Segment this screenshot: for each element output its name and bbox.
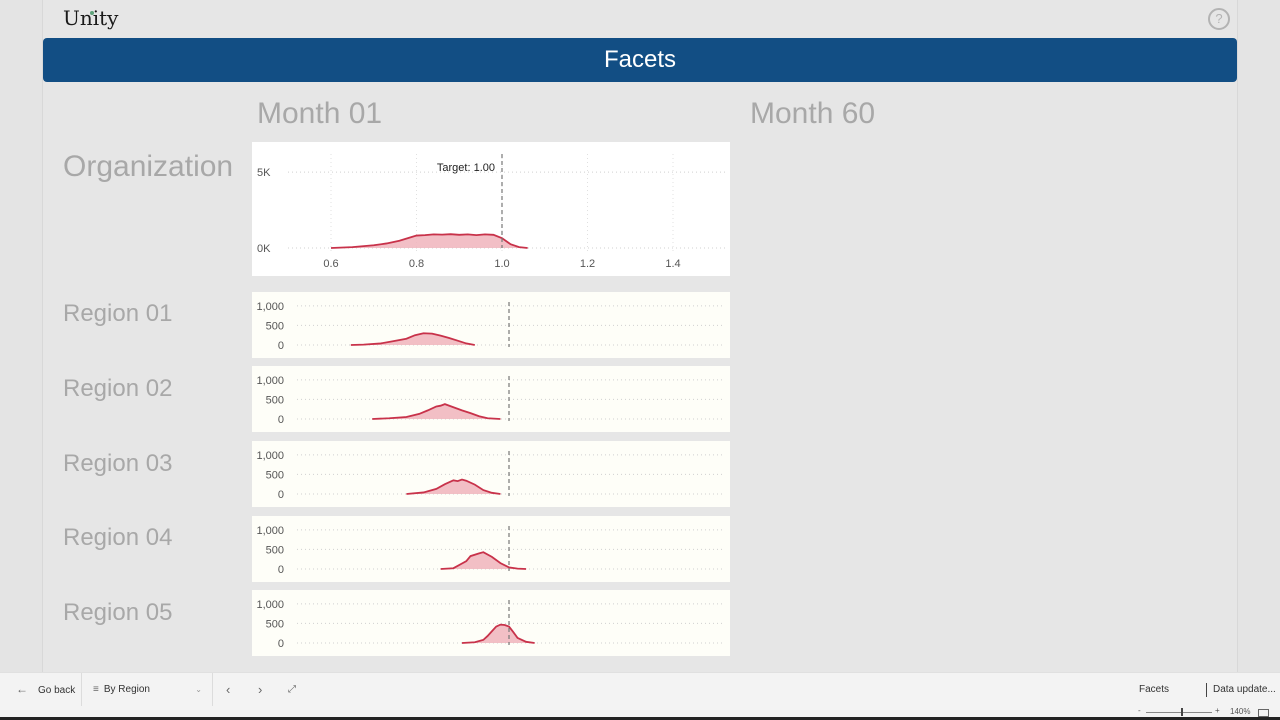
y-tick-label: 500	[266, 618, 284, 630]
series-area	[350, 333, 475, 345]
fit-to-page-icon[interactable]	[1258, 709, 1269, 717]
chevron-left-icon[interactable]: ‹	[226, 673, 230, 707]
y-tick-label: 1,000	[256, 375, 284, 387]
page-banner: Facets	[43, 38, 1237, 82]
divider	[1206, 683, 1207, 697]
y-tick-label: 0	[278, 340, 284, 352]
target-label: Target: 1.00	[437, 162, 495, 174]
row-label-organization: Organization	[63, 150, 234, 183]
chart-svg-organization: 0K 5K 0.6 0.8 1.0 1.2 1.4 Target: 1.00	[257, 154, 726, 270]
x-tick-label: 1.2	[580, 258, 595, 270]
x-tick-label: 1.4	[665, 258, 680, 270]
y-tick-label: 5K	[257, 167, 271, 179]
unity-logo: Unity	[63, 6, 118, 30]
chevron-down-icon: ⌄	[195, 685, 202, 694]
chart-svg-region-04: 0 500 1,000	[256, 525, 724, 576]
right-margin	[1237, 0, 1280, 672]
chart-svg-region-01: 0 500 1,000	[256, 301, 724, 352]
help-icon[interactable]: ?	[1208, 8, 1230, 30]
chart-svg-region-02: 0 500 1,000	[256, 375, 724, 426]
page-select-value: By Region	[103, 684, 150, 695]
row-label-region-04: Region 04	[63, 524, 173, 551]
report-page: Unity ? Facets Month 01 Month 60 Organiz…	[43, 0, 1237, 672]
status-bar: - + 140%	[0, 706, 1280, 720]
left-margin	[0, 0, 43, 672]
list-icon: ≡	[93, 684, 99, 695]
chevron-right-icon[interactable]: ›	[258, 673, 262, 707]
y-tick-label: 0	[278, 489, 284, 501]
zoom-in-button[interactable]: +	[1215, 706, 1220, 715]
logo-text: Unity	[63, 6, 119, 30]
y-tick-label: 1,000	[256, 301, 284, 313]
go-back-button[interactable]: ← Go back	[16, 673, 75, 707]
collapse-icon[interactable]: ⤢	[288, 673, 296, 707]
divider	[212, 673, 213, 707]
x-tick-label: 0.6	[323, 258, 338, 270]
arrow-left-icon: ←	[16, 682, 28, 696]
row-label-region-02: Region 02	[63, 375, 173, 402]
bottom-navigation-bar: ← Go back ≡ By Region ⌄ ‹ › ⤢ Facets Data …	[0, 672, 1280, 707]
y-tick-label: 500	[266, 469, 284, 481]
logo-dot-icon	[90, 11, 94, 15]
y-tick-label: 0K	[257, 243, 271, 255]
y-tick-label: 500	[266, 394, 284, 406]
go-back-label: Go back	[38, 685, 76, 696]
zoom-slider-track[interactable]	[1146, 712, 1212, 713]
y-tick-label: 1,000	[256, 525, 284, 537]
y-tick-label: 0	[278, 638, 284, 650]
chart-region-03[interactable]: 0 500 1,000	[252, 441, 730, 507]
x-tick-label: 1.0	[494, 258, 509, 270]
divider	[81, 673, 82, 707]
chart-region-04[interactable]: 0 500 1,000	[252, 516, 730, 582]
y-tick-label: 0	[278, 414, 284, 426]
series-area	[440, 552, 527, 569]
chart-svg-region-03: 0 500 1,000	[256, 450, 724, 501]
y-tick-label: 500	[266, 320, 284, 332]
row-label-region-05: Region 05	[63, 599, 173, 626]
column-header-month-01: Month 01	[257, 97, 383, 130]
y-tick-label: 500	[266, 544, 284, 556]
data-update-label: Data update...	[1213, 684, 1276, 695]
x-tick-label: 0.8	[409, 258, 424, 270]
row-label-region-03: Region 03	[63, 450, 173, 477]
y-tick-label: 0	[278, 564, 284, 576]
row-label-region-01: Region 01	[63, 300, 173, 327]
column-header-month-60: Month 60	[750, 97, 876, 130]
page-select-dropdown[interactable]: ≡ By Region ⌄	[93, 673, 208, 707]
chart-organization[interactable]: 0K 5K 0.6 0.8 1.0 1.2 1.4 Target: 1.00	[252, 142, 730, 276]
y-tick-label: 1,000	[256, 450, 284, 462]
banner-title: Facets	[603, 46, 677, 73]
zoom-level: 140%	[1230, 707, 1251, 716]
chart-region-01[interactable]: 0 500 1,000	[252, 292, 730, 358]
zoom-slider-thumb[interactable]	[1181, 708, 1183, 716]
chart-region-02[interactable]: 0 500 1,000	[252, 366, 730, 432]
chart-region-05[interactable]: 0 500 1,000	[252, 590, 730, 656]
y-tick-label: 1,000	[256, 599, 284, 611]
chart-svg-region-05: 0 500 1,000	[256, 599, 724, 650]
zoom-out-button[interactable]: -	[1138, 706, 1141, 715]
page-name-tab[interactable]: Facets	[1139, 673, 1169, 707]
